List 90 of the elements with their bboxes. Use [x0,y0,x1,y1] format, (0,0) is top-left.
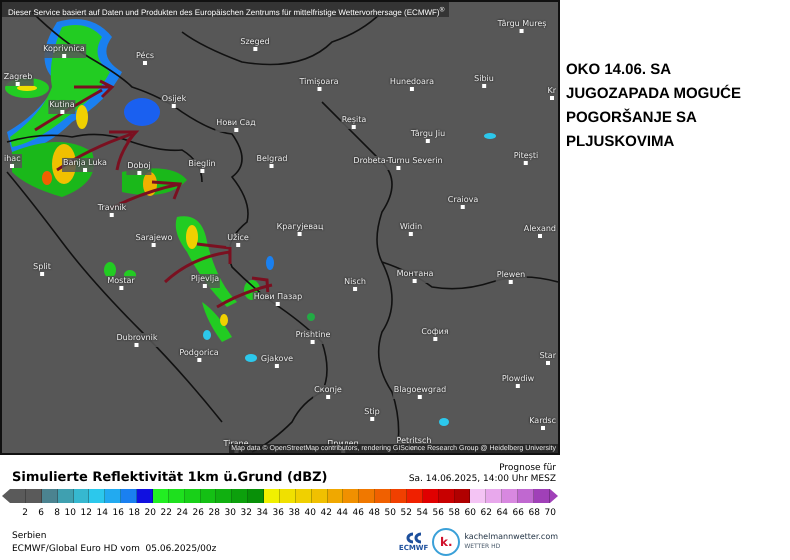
scale-tick-label: 58 [448,508,460,518]
city-label: Скопје [313,385,343,399]
annotation-text: OKO 14.06. SA JUGOZAPADA MOGUĆE POGORŠANJE SA PLJUSKOVIMA [566,60,742,152]
scale-tick-label: 48 [368,508,380,518]
city-label: Gjakove [260,354,294,368]
scale-tick-label: 24 [176,508,188,518]
scale-tick-label: 6 [37,508,44,518]
city-label: Pitești [512,151,540,165]
scale-tick-label: 2 [21,508,28,518]
city-label: Plowdiw [500,374,536,388]
scale-tick-label: 8 [53,508,60,518]
city-label: Split [32,262,52,276]
scale-tick-label: 64 [496,508,508,518]
city-label: Drobeta-Turnu Severin [352,156,444,170]
city-label: Belgrad [256,154,288,168]
city-label: Banja Luka [62,158,108,172]
city-label: ihac [3,154,22,168]
model-run-label: ECMWF/Global Euro HD vom 05.06.2025/00z [12,543,216,556]
city-label: Kr [546,86,557,100]
scale-tick-label: 22 [160,508,172,518]
scale-tick-label: 38 [288,508,300,518]
city-label: Hunedoara [388,77,436,91]
legend-title: Simulierte Reflektivität 1km ü.Grund (dBZ) [12,470,328,485]
scale-tick-label: 20 [144,508,156,518]
scale-tick-label: 54 [416,508,428,518]
city-label: Nisch [343,277,367,291]
city-label: Монтана [396,269,434,283]
scale-tick-label: 30 [224,508,236,518]
map-header: Dieser Service basiert auf Daten und Produkten des Europäischen Zentrums für mittelfristige Wettervorhersage (ECMWF)$^{®}$ [2,2,448,17]
city-label: Travnik [96,203,128,217]
city-label: Doboj [126,161,152,175]
scale-tick-label: 36 [272,508,284,518]
scale-tick-label: 28 [208,508,220,518]
scale-tick-label: 10 [64,508,76,518]
scale-tick-label: 40 [304,508,316,518]
city-label: Zagreb [2,72,34,86]
city-label: Mostar [106,276,136,290]
city-label: София [420,327,450,341]
scale-tick-label: 70 [544,508,556,518]
city-label: Szeged [239,37,271,51]
city-label: Pljevlja [190,274,220,288]
scale-tick-label: 34 [256,508,268,518]
scale-tick-label: 50 [384,508,396,518]
scale-tick-label: 14 [96,508,108,518]
scale-tick-label: 60 [464,508,476,518]
city-label: Alexand [522,224,557,238]
city-label: Podgorica [178,348,220,362]
city-label: Star [538,351,557,365]
city-label: Sarajewo [134,233,174,247]
city-label: Timișoara [298,77,340,91]
region-label: Serbien [12,530,48,543]
scale-tick-label: 62 [480,508,492,518]
brand-name: kachelmannwetter.com [464,532,558,542]
brand-logo: k. [432,528,460,556]
scale-tick-label: 26 [192,508,204,518]
scale-tick-label: 46 [352,508,364,518]
city-label: Stip [363,407,381,421]
forecast-time: Sa. 14.06.2025, 14:00 Uhr MESZ [408,474,556,485]
forecast-label: Prognose für [498,463,556,474]
city-label: Нови Сад [215,118,257,132]
scale-tick-label: 56 [432,508,444,518]
city-label: Dubrovnik [116,333,158,347]
city-label: Užice [226,233,250,247]
scale-tick-label: 16 [112,508,124,518]
city-label: Kutina [48,100,76,114]
city-label: Крагујевац [276,222,324,236]
city-label: Reșita [340,115,368,129]
city-label: Bieglin [187,159,217,173]
city-label: Târgu Mureș [496,19,548,33]
city-label: Koprivnica [42,44,86,58]
city-label: Blagoewgrad [392,385,448,399]
city-label: Sibiu [473,74,495,88]
city-label: Osijek [160,94,188,108]
city-label: Craiova [446,195,480,209]
city-label: Widin [398,222,424,236]
scale-tick-label: 68 [528,508,540,518]
scale-tick-label: 18 [128,508,140,518]
ecmwf-logo-icon [404,532,423,544]
city-label: Pécs [134,51,156,65]
scale-tick-label: 12 [80,508,92,518]
scale-tick-label: 52 [400,508,412,518]
city-label: Târgu Jiu [410,129,446,143]
city-label: Нови Пазар [252,292,304,306]
scale-tick-label: 66 [512,508,524,518]
city-label: Prishtine [294,330,332,344]
city-label: Kardsc [528,416,557,430]
scale-tick-label: 32 [240,508,252,518]
city-label: Plewen [496,270,526,284]
scale-tick-label: 42 [320,508,332,518]
scale-tick-label: 44 [336,508,348,518]
